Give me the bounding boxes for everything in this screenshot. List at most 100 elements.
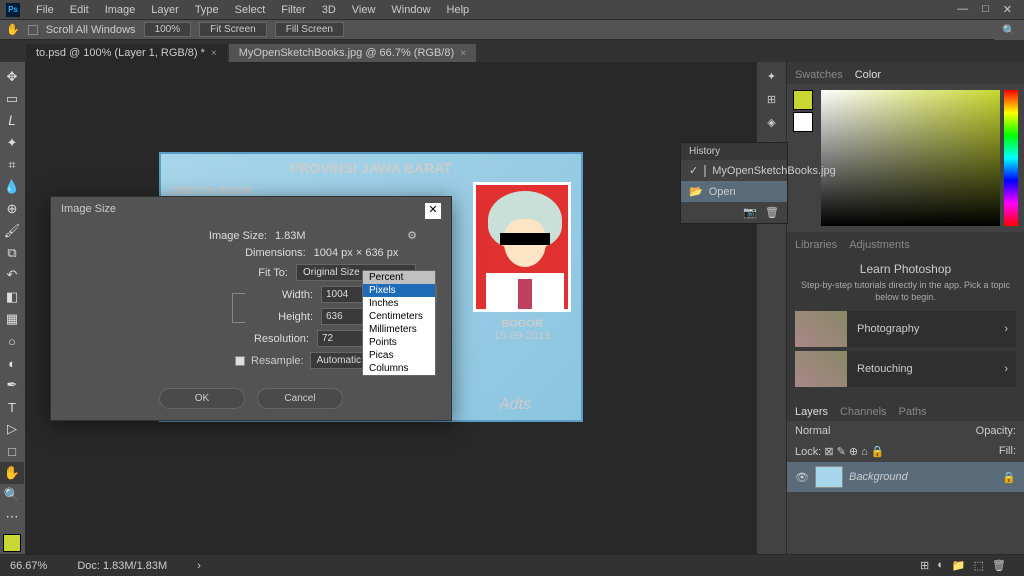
lock-icon: 🔒 (1002, 471, 1016, 484)
resolution-input[interactable] (317, 330, 367, 347)
unit-option[interactable]: Columns (363, 362, 435, 375)
id-photo (473, 182, 571, 312)
learn-item-photography[interactable]: Photography› (795, 311, 1016, 347)
fg-swatch[interactable] (793, 90, 813, 110)
unit-option[interactable]: Millimeters (363, 323, 435, 336)
menu-layer[interactable]: Layer (143, 2, 187, 18)
paths-tab[interactable]: Paths (899, 403, 927, 421)
resample-checkbox[interactable] (235, 356, 245, 366)
wand-tool[interactable]: ✦ (0, 132, 24, 154)
window-controls: — □ ✕ (957, 3, 1018, 16)
unit-option[interactable]: Percent (363, 271, 435, 284)
minimize-icon[interactable]: — (957, 3, 968, 16)
app-logo: Ps (6, 3, 20, 17)
footer-icon[interactable]: 🗑 (992, 559, 1006, 572)
shape-tool[interactable]: □ (0, 440, 24, 462)
menu-image[interactable]: Image (97, 2, 144, 18)
search-icon[interactable]: 🔍 (1002, 24, 1016, 37)
footer-icon[interactable]: 📁 (952, 559, 966, 572)
move-tool[interactable]: ✥ (0, 66, 24, 88)
history-brush-tool[interactable]: ↶ (0, 264, 24, 286)
tab-close-icon[interactable]: × (211, 48, 217, 59)
footer-icon[interactable]: ⊞ (920, 559, 929, 572)
zoom-level[interactable]: 66.67% (10, 560, 47, 572)
dialog-close-button[interactable]: ✕ (425, 203, 441, 219)
unit-option[interactable]: Points (363, 336, 435, 349)
visibility-icon[interactable]: 👁 (795, 471, 809, 484)
layer-row[interactable]: 👁 Background 🔒 (787, 462, 1024, 492)
scroll-all-checkbox[interactable] (28, 25, 38, 35)
marquee-tool[interactable]: ▭ (0, 88, 24, 110)
lasso-tool[interactable]: 𝘓 (0, 110, 24, 132)
edit-toolbar[interactable]: ⋯ (0, 506, 24, 528)
menu-edit[interactable]: Edit (62, 2, 97, 18)
gradient-tool[interactable]: ▦ (0, 308, 24, 330)
menu-bar: Ps FileEditImageLayerTypeSelectFilter3DV… (0, 0, 1024, 20)
trash-icon[interactable]: 🗑 (765, 206, 779, 219)
document-tab-bar: to.psd @ 100% (Layer 1, RGB/8) * × MyOpe… (0, 40, 1024, 62)
menu-window[interactable]: Window (383, 2, 438, 18)
footer-icon[interactable]: ◐ (937, 559, 944, 572)
type-tool[interactable]: T (0, 396, 24, 418)
channels-tab[interactable]: Channels (840, 403, 886, 421)
heal-tool[interactable]: ⊕ (0, 198, 24, 220)
panel-icon[interactable]: ✦ (767, 70, 776, 83)
menu-file[interactable]: File (28, 2, 62, 18)
brush-tool[interactable]: 🖌 (0, 220, 24, 242)
menu-filter[interactable]: Filter (273, 2, 313, 18)
close-icon[interactable]: ✕ (1003, 3, 1012, 16)
unit-option[interactable]: Inches (363, 297, 435, 310)
menu-help[interactable]: Help (439, 2, 478, 18)
unit-dropdown: PercentPixelsInchesCentimetersMillimeter… (362, 270, 436, 376)
color-field[interactable] (821, 90, 1000, 226)
history-state[interactable]: 📂Open (681, 181, 787, 202)
tab-close-icon[interactable]: × (460, 48, 466, 59)
blur-tool[interactable]: ○ (0, 330, 24, 352)
cancel-button[interactable]: Cancel (257, 388, 343, 409)
ok-button[interactable]: OK (159, 388, 245, 409)
color-tab[interactable]: Color (855, 66, 881, 84)
stamp-tool[interactable]: ⧉ (0, 242, 24, 264)
resample-select[interactable]: Automatic (310, 352, 368, 369)
eyedropper-tool[interactable]: 💧 (0, 176, 24, 198)
hand-tool[interactable]: ✋ (0, 462, 24, 484)
camera-icon[interactable]: 📷 (743, 206, 757, 219)
zoom-100-button[interactable]: 100% (144, 22, 192, 37)
libraries-tab[interactable]: Libraries (795, 236, 837, 254)
menu-3d[interactable]: 3D (314, 2, 344, 18)
status-bar: 66.67% Doc: 1.83M/1.83M › ⊞ ◐ 📁 ⬚ 🗑 (0, 554, 1024, 576)
zoom-tool[interactable]: 🔍 (0, 484, 24, 506)
unit-option[interactable]: Picas (363, 349, 435, 362)
eraser-tool[interactable]: ◧ (0, 286, 24, 308)
swatches-tab[interactable]: Swatches (795, 66, 843, 84)
menu-type[interactable]: Type (187, 2, 227, 18)
pen-tool[interactable]: ✒ (0, 374, 24, 396)
layers-tab[interactable]: Layers (795, 403, 828, 421)
history-snapshot[interactable]: ✓MyOpenSketchBooks.jpg (681, 160, 787, 181)
constrain-link-icon[interactable] (232, 293, 245, 323)
document-tab[interactable]: to.psd @ 100% (Layer 1, RGB/8) * × (26, 44, 227, 62)
footer-icon[interactable]: ⬚ (974, 559, 984, 572)
hand-tool-icon[interactable]: ✋ (6, 23, 20, 36)
bg-swatch[interactable] (793, 112, 813, 132)
maximize-icon[interactable]: □ (982, 3, 989, 16)
foreground-color[interactable] (3, 534, 21, 552)
doc-size: Doc: 1.83M/1.83M (77, 560, 167, 572)
collapsed-panels: ✦ ⊞ ◈ ⬚ (756, 62, 786, 554)
unit-option[interactable]: Pixels (363, 284, 435, 297)
adjustments-tab[interactable]: Adjustments (849, 236, 910, 254)
document-tab[interactable]: MyOpenSketchBooks.jpg @ 66.7% (RGB/8) × (229, 44, 476, 62)
panel-icon[interactable]: ⊞ (767, 93, 776, 106)
path-tool[interactable]: ▷ (0, 418, 24, 440)
fit-screen-button[interactable]: Fit Screen (199, 22, 267, 37)
panel-icon[interactable]: ◈ (767, 116, 775, 129)
menu-view[interactable]: View (344, 2, 384, 18)
learn-item-retouching[interactable]: Retouching› (795, 351, 1016, 387)
fill-screen-button[interactable]: Fill Screen (275, 22, 344, 37)
unit-option[interactable]: Centimeters (363, 310, 435, 323)
dodge-tool[interactable]: ◐ (0, 352, 24, 374)
crop-tool[interactable]: ⌗ (0, 154, 24, 176)
hue-slider[interactable] (1004, 90, 1018, 226)
menu-select[interactable]: Select (227, 2, 274, 18)
gear-icon[interactable]: ⚙ (407, 229, 417, 242)
